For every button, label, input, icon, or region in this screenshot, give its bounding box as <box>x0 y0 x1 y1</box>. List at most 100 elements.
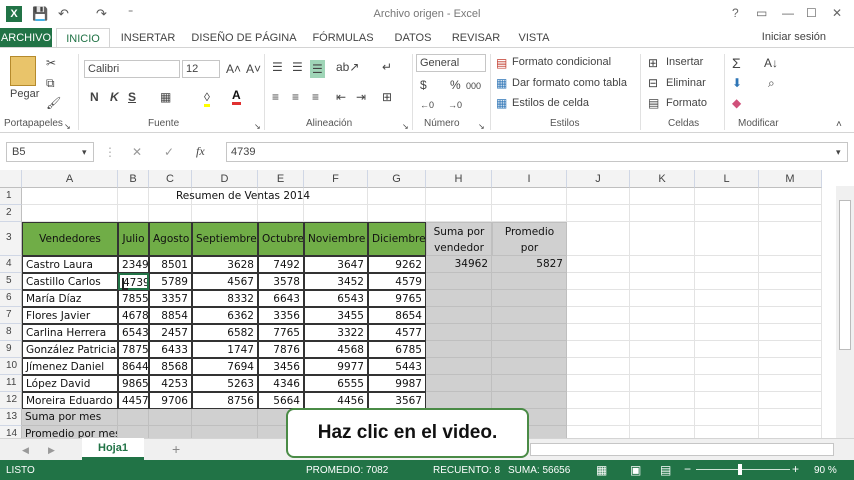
sales-value-cell[interactable]: 7875 <box>118 341 149 358</box>
sales-value-cell[interactable]: 7876 <box>258 341 304 358</box>
column-header-i[interactable]: I <box>492 170 567 188</box>
cell[interactable] <box>492 188 567 205</box>
cell[interactable] <box>759 222 822 256</box>
total-row-cell[interactable] <box>192 426 258 438</box>
avg-by-seller-cell[interactable] <box>492 375 567 392</box>
avg-by-seller-cell[interactable] <box>492 358 567 375</box>
cell[interactable] <box>695 205 759 222</box>
seller-name-cell[interactable]: Castillo Carlos <box>22 273 118 290</box>
zoom-out-button[interactable]: − <box>684 462 691 476</box>
column-header-h[interactable]: H <box>426 170 492 188</box>
cell[interactable] <box>22 205 118 222</box>
sales-value-cell[interactable]: 5664 <box>258 392 304 409</box>
sales-value-cell[interactable]: 5443 <box>368 358 426 375</box>
sales-value-cell[interactable]: 3455 <box>304 307 368 324</box>
align-center-icon[interactable]: ≡ <box>292 90 299 104</box>
cell[interactable] <box>759 409 822 426</box>
cell[interactable] <box>567 256 630 273</box>
increase-indent-icon[interactable]: ⇥ <box>356 90 366 104</box>
sales-value-cell[interactable]: 3456 <box>258 358 304 375</box>
sales-value-cell[interactable]: 2349 <box>118 256 149 273</box>
confirm-entry-button[interactable]: ✓ <box>164 145 174 159</box>
cell[interactable] <box>567 392 630 409</box>
total-row-cell[interactable] <box>149 426 192 438</box>
format-as-table-button[interactable]: Dar formato como tabla <box>512 77 627 89</box>
column-header-b[interactable]: B <box>118 170 149 188</box>
cell[interactable] <box>567 188 630 205</box>
row-header-6[interactable]: 6 <box>0 290 22 307</box>
cell[interactable] <box>695 324 759 341</box>
shrink-font-icon[interactable]: A˅ <box>246 62 261 76</box>
autosum-icon[interactable]: Σ <box>732 56 741 70</box>
sales-value-cell[interactable]: 5263 <box>192 375 258 392</box>
cell[interactable] <box>695 375 759 392</box>
sales-value-cell[interactable]: 7492 <box>258 256 304 273</box>
column-header-k[interactable]: K <box>630 170 695 188</box>
sales-value-cell[interactable]: 8501 <box>149 256 192 273</box>
tab-formulas[interactable]: FÓRMULAS <box>308 28 378 48</box>
number-launcher-icon[interactable]: ↘ <box>478 120 485 134</box>
cell[interactable] <box>149 205 192 222</box>
cell[interactable] <box>567 409 630 426</box>
sales-value-cell[interactable]: 3452 <box>304 273 368 290</box>
sales-value-cell[interactable]: 8854 <box>149 307 192 324</box>
seller-name-cell[interactable]: Jímenez Daniel <box>22 358 118 375</box>
normal-view-icon[interactable]: ▦ <box>596 463 607 477</box>
cell[interactable] <box>630 256 695 273</box>
cell[interactable] <box>368 205 426 222</box>
minimize-button[interactable]: — <box>782 6 794 20</box>
tab-archivo[interactable]: ARCHIVO <box>0 28 52 48</box>
close-button[interactable]: ✕ <box>832 6 842 20</box>
sales-value-cell[interactable]: 6555 <box>304 375 368 392</box>
name-box-dropdown-icon[interactable]: ▾ <box>82 145 87 159</box>
worksheet-grid[interactable]: A B C D E F G H I J K L M 1 2 3 4 5 6 7 8 9 10 11 12 13 14 Resumen … <box>0 170 854 438</box>
expand-formula-bar-icon[interactable]: ▾ <box>836 145 841 159</box>
header-cell[interactable]: Promedio por vendedor <box>492 222 567 256</box>
column-header-a[interactable]: A <box>22 170 118 188</box>
select-all-corner[interactable] <box>0 170 22 188</box>
delete-button[interactable]: Eliminar <box>666 77 706 89</box>
sales-value-cell[interactable]: 3567 <box>368 392 426 409</box>
column-header-e[interactable]: E <box>258 170 304 188</box>
tab-revisar[interactable]: REVISAR <box>448 28 504 48</box>
insert-function-button[interactable]: fx <box>196 144 205 158</box>
cell[interactable] <box>759 392 822 409</box>
font-size-select[interactable]: 12 <box>182 60 220 78</box>
cell[interactable] <box>630 205 695 222</box>
cell[interactable] <box>695 341 759 358</box>
cell[interactable] <box>695 256 759 273</box>
orientation-icon[interactable]: ab↗ <box>336 60 359 74</box>
sales-value-cell[interactable]: 7855 <box>118 290 149 307</box>
sum-by-seller-cell[interactable] <box>426 392 492 409</box>
header-cell[interactable]: Noviembre <box>304 222 368 256</box>
sales-value-cell[interactable]: 8644 <box>118 358 149 375</box>
total-row-cell[interactable] <box>118 426 149 438</box>
zoom-in-button[interactable]: + <box>792 462 799 476</box>
sales-value-cell[interactable]: 6543 <box>118 324 149 341</box>
tab-insertar[interactable]: INSERTAR <box>114 28 182 48</box>
cell[interactable] <box>759 307 822 324</box>
cell[interactable] <box>426 205 492 222</box>
column-header-d[interactable]: D <box>192 170 258 188</box>
cell[interactable] <box>192 205 258 222</box>
sales-value-cell[interactable]: 3356 <box>258 307 304 324</box>
column-header-j[interactable]: J <box>567 170 630 188</box>
horizontal-scrollbar[interactable] <box>530 443 834 456</box>
sum-by-seller-cell[interactable] <box>426 273 492 290</box>
seller-name-cell[interactable]: Flores Javier <box>22 307 118 324</box>
tab-datos[interactable]: DATOS <box>388 28 438 48</box>
collapse-ribbon-icon[interactable]: ˄ <box>836 118 842 132</box>
zoom-slider-thumb[interactable] <box>738 464 742 475</box>
page-layout-view-icon[interactable]: ▣ <box>630 463 641 477</box>
cell[interactable] <box>567 273 630 290</box>
avg-by-seller-cell[interactable] <box>492 341 567 358</box>
cell[interactable] <box>567 307 630 324</box>
tab-diseno-pagina[interactable]: DISEÑO DE PÁGINA <box>188 28 300 48</box>
align-middle-icon[interactable]: ☰ <box>292 60 303 74</box>
paste-icon[interactable] <box>10 56 36 86</box>
sheet-tab-hoja1[interactable]: Hoja1 <box>82 438 144 460</box>
column-header-c[interactable]: C <box>149 170 192 188</box>
cell[interactable] <box>567 426 630 438</box>
column-header-f[interactable]: F <box>304 170 368 188</box>
format-painter-icon[interactable]: 🖌 <box>46 96 61 110</box>
